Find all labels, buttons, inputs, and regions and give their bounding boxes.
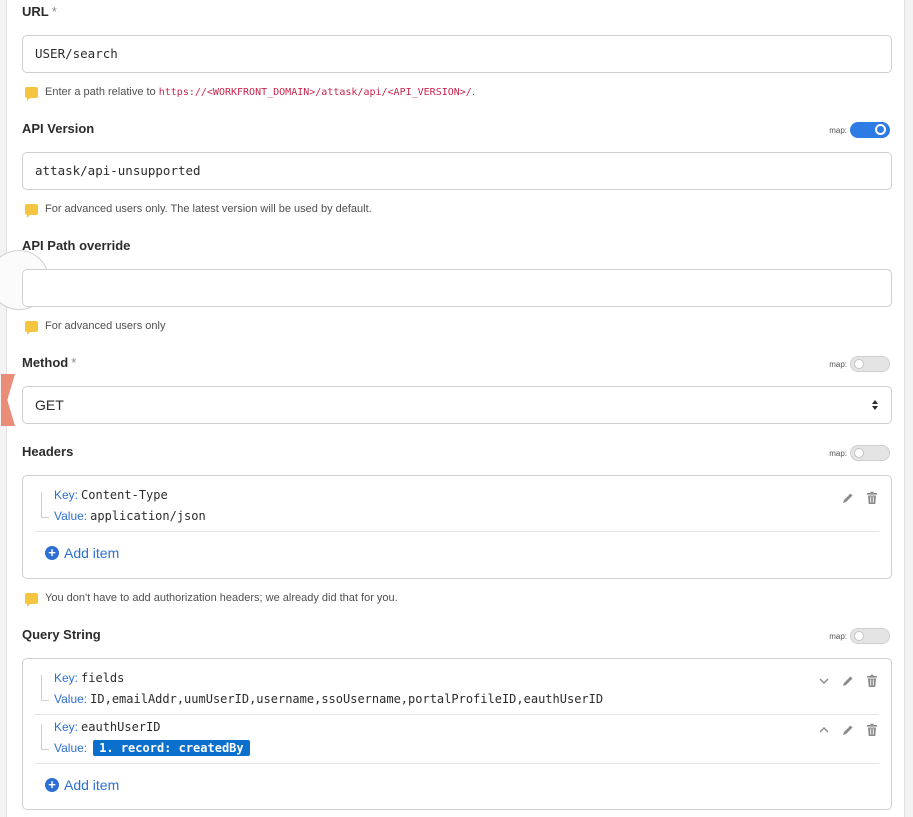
url-hint-suffix: .: [471, 86, 475, 98]
method-select[interactable]: GET: [22, 386, 892, 424]
query-string-list: Key: fields Value: ID,emailAddr,uumUserID,…: [22, 658, 892, 810]
api-path-override-label-text: API Path override: [22, 238, 131, 253]
toggle-switch[interactable]: [850, 445, 890, 461]
api-path-override-input[interactable]: [22, 269, 892, 307]
key-value: Content-Type: [81, 488, 168, 502]
note-icon: [25, 320, 38, 335]
method-select-value: GET: [35, 397, 64, 413]
list-item: Key: eauthUserID Value: 1. record: created…: [41, 716, 879, 760]
headers-add-item-button[interactable]: + Add item: [45, 545, 119, 561]
key-value: eauthUserID: [81, 720, 161, 734]
chevron-down-icon[interactable]: [817, 674, 831, 688]
headers-label: Headers: [22, 444, 73, 459]
divider: [35, 531, 879, 532]
note-icon: [25, 592, 38, 607]
key-label: Key:: [54, 488, 79, 502]
value-value: ID,emailAddr,uumUserID,username,ssoUsern…: [90, 692, 604, 706]
toggle-switch[interactable]: [850, 122, 890, 138]
divider: [35, 763, 879, 764]
key-value: fields: [81, 671, 125, 685]
key-label: Key:: [54, 720, 79, 734]
plus-circle-icon: +: [45, 778, 59, 792]
edit-icon[interactable]: [841, 674, 855, 688]
toggle-knob: [854, 448, 864, 458]
api-version-input[interactable]: attask/api-unsupported: [22, 152, 892, 190]
item-value: Value: application/json: [54, 509, 206, 523]
method-label-text: Method: [22, 355, 69, 370]
api-version-hint: For advanced users only. The latest vers…: [25, 203, 372, 218]
toggle-switch[interactable]: [850, 356, 890, 372]
chevron-up-icon[interactable]: [817, 723, 831, 737]
required-marker: *: [51, 4, 57, 19]
edit-icon[interactable]: [841, 723, 855, 737]
query-string-label-text: Query String: [22, 627, 101, 642]
url-label-text: URL: [22, 4, 49, 19]
url-input[interactable]: USER/search: [22, 35, 892, 73]
trash-icon[interactable]: [865, 491, 879, 505]
add-item-label: Add item: [64, 777, 120, 793]
item-bracket: [41, 492, 49, 518]
item-actions: [807, 674, 879, 688]
list-item: Key: fields Value: ID,emailAddr,uumUserID,…: [41, 667, 879, 711]
required-marker: *: [71, 355, 77, 370]
item-key: Key: eauthUserID: [54, 720, 161, 734]
url-label: URL *: [22, 4, 57, 19]
query-string-map-toggle[interactable]: map:: [829, 628, 890, 644]
item-bracket: [41, 724, 49, 750]
mapped-value-pill[interactable]: 1. record: createdBy: [93, 740, 250, 756]
headers-hint: You don't have to add authorization head…: [25, 592, 398, 607]
headers-hint-text: You don't have to add authorization head…: [45, 592, 398, 604]
headers-list: Key: Content-Type Value: application/json …: [22, 475, 892, 579]
note-icon: [25, 203, 38, 218]
headers-map-toggle[interactable]: map:: [829, 445, 890, 461]
item-key: Key: fields: [54, 671, 124, 685]
url-hint-code: https://<WORKFRONT_DOMAIN>/attask/api/<A…: [158, 86, 472, 98]
list-item: Key: Content-Type Value: application/json: [41, 484, 879, 528]
api-version-label: API Version: [22, 121, 94, 136]
add-item-label: Add item: [64, 545, 120, 561]
api-version-map-toggle[interactable]: map:: [829, 122, 890, 138]
map-label: map:: [829, 125, 847, 135]
url-hint-text: Enter a path relative to: [45, 86, 156, 98]
api-path-override-hint-text: For advanced users only: [45, 320, 166, 332]
method-map-toggle[interactable]: map:: [829, 356, 890, 372]
headers-label-text: Headers: [22, 444, 74, 459]
api-path-override-hint: For advanced users only: [25, 320, 166, 335]
item-value: Value: 1. record: createdBy: [54, 740, 250, 756]
background-arrow: [1, 374, 15, 426]
query-string-add-item-button[interactable]: + Add item: [45, 777, 119, 793]
item-key: Key: Content-Type: [54, 488, 168, 502]
value-value: application/json: [90, 509, 206, 523]
api-path-override-label: API Path override: [22, 238, 130, 253]
value-label: Value:: [54, 741, 88, 755]
trash-icon[interactable]: [865, 723, 879, 737]
method-label: Method *: [22, 355, 76, 370]
divider: [35, 714, 879, 715]
toggle-switch[interactable]: [850, 628, 890, 644]
key-label: Key:: [54, 671, 79, 685]
item-bracket: [41, 675, 49, 701]
map-label: map:: [829, 448, 847, 458]
api-version-hint-text: For advanced users only. The latest vers…: [45, 203, 372, 215]
toggle-knob: [875, 124, 886, 135]
edit-icon[interactable]: [841, 491, 855, 505]
map-label: map:: [829, 359, 847, 369]
toggle-knob: [854, 631, 864, 641]
url-hint: Enter a path relative to https://<WORKFR…: [25, 86, 475, 101]
item-value: Value: ID,emailAddr,uumUserID,username,ss…: [54, 692, 603, 706]
map-label: map:: [829, 631, 847, 641]
value-label: Value:: [54, 509, 88, 523]
value-label: Value:: [54, 692, 88, 706]
plus-circle-icon: +: [45, 546, 59, 560]
select-arrows-icon: [872, 400, 878, 410]
toggle-knob: [854, 359, 864, 369]
note-icon: [25, 86, 38, 101]
settings-panel: URL * USER/search Enter a path relative t…: [0, 0, 905, 817]
query-string-label: Query String: [22, 627, 101, 642]
item-actions: [831, 491, 879, 505]
item-actions: [807, 723, 879, 737]
api-version-label-text: API Version: [22, 121, 95, 136]
trash-icon[interactable]: [865, 674, 879, 688]
